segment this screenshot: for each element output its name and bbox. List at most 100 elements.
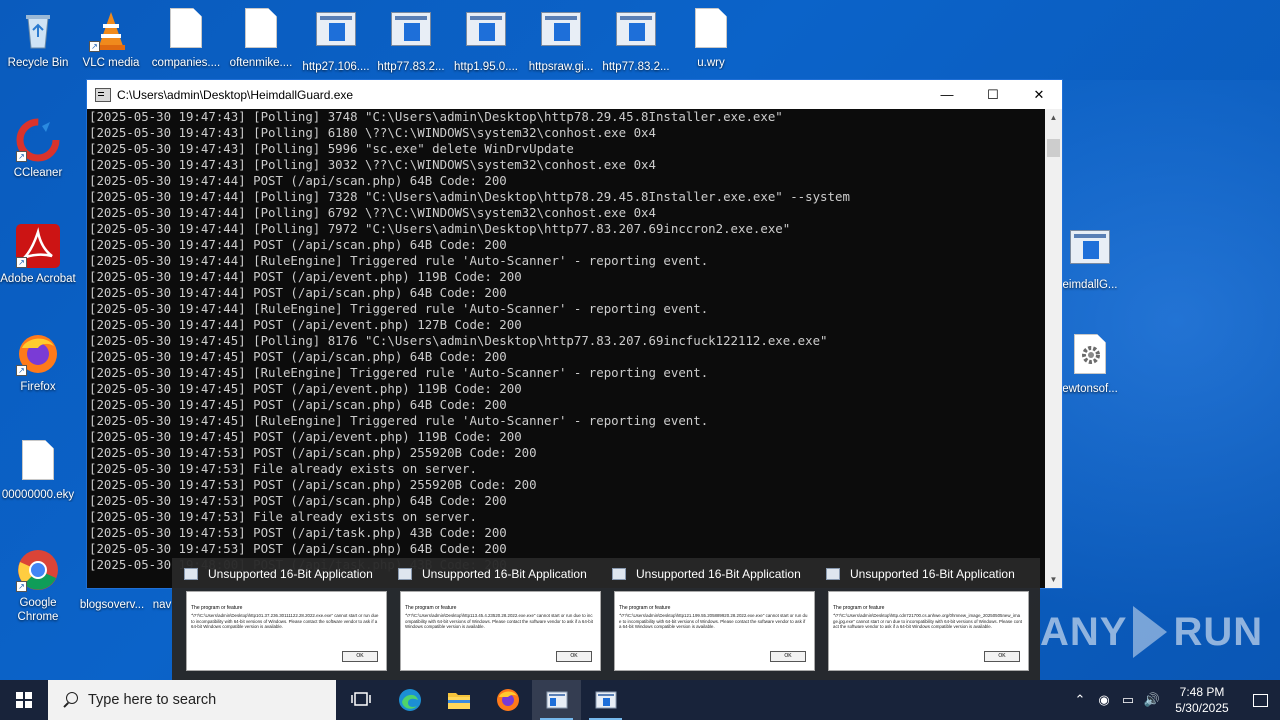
display-icon[interactable]: ▭ [1116, 692, 1140, 708]
notification-center-button[interactable] [1240, 693, 1280, 707]
firefox-icon [496, 689, 519, 711]
console-line: [2025-05-30 19:47:53] File already exist… [89, 461, 477, 476]
desktop-icon-chrome[interactable]: ↗ Google Chrome [0, 548, 76, 624]
scroll-up-arrow-icon[interactable]: ▲ [1045, 109, 1062, 126]
desktop-icon-heimdallguard[interactable]: eimdallG... [1052, 226, 1128, 292]
console-line: [2025-05-30 19:47:43] [Polling] 3032 \??… [89, 157, 656, 172]
dialog-heading: The program or feature [405, 605, 457, 611]
exe-icon [314, 12, 358, 56]
taskbar-unsupported-app-group[interactable] [532, 680, 581, 720]
console-line: [2025-05-30 19:47:45] POST (/api/event.p… [89, 429, 522, 444]
shortcut-arrow-icon: ↗ [16, 151, 27, 162]
taskbar-file-explorer[interactable] [434, 680, 483, 720]
desktop-icon-label: httpsraw.gi... [528, 61, 594, 73]
console-line: [2025-05-30 19:47:43] [Polling] 6180 \??… [89, 125, 656, 140]
desktop-icon-vlc[interactable]: ↗ VLC media [73, 8, 149, 70]
dialog-heading: The program or feature [191, 605, 243, 611]
desktop-icon-blogsoverv[interactable]: blogsoverv... [74, 590, 150, 612]
console-window[interactable]: C:\Users\admin\Desktop\HeimdallGuard.exe… [86, 79, 1063, 589]
console-line: [2025-05-30 19:47:43] [Polling] 5996 "sc… [89, 141, 574, 156]
play-logo-icon [1133, 606, 1168, 658]
chrome-icon: ↗ [16, 548, 60, 592]
console-line: [2025-05-30 19:47:45] POST (/api/scan.ph… [89, 349, 507, 364]
console-line: [2025-05-30 19:47:44] [Polling] 7972 "C:… [89, 221, 791, 236]
console-line: [2025-05-30 19:47:45] [Polling] 8176 "C:… [89, 333, 828, 348]
console-output[interactable]: [2025-05-30 19:47:43] [Polling] 3748 "C:… [87, 109, 1045, 588]
scrollbar-thumb[interactable] [1047, 139, 1060, 157]
desktop-icon-eky-file[interactable]: 00000000.eky [0, 440, 76, 502]
thumbnail-dialog-preview: The program or feature "\??\C:\Users\adm… [614, 591, 815, 671]
thumbnail-title: Unsupported 16-Bit Application [636, 567, 801, 581]
exe-icon [389, 12, 433, 56]
desktop-icon-ccleaner[interactable]: ↗ CCleaner [0, 118, 76, 180]
clock-date: 5/30/2025 [1175, 701, 1229, 715]
desktop-icon-label: http77.83.2... [602, 61, 670, 73]
volume-icon[interactable]: 🔊 [1140, 692, 1164, 708]
chevron-up-icon[interactable]: ⌃ [1068, 692, 1092, 708]
thumbnail-title: Unsupported 16-Bit Application [422, 567, 587, 581]
desktop-icon-newtonsoft[interactable]: ewtonsof... [1052, 334, 1128, 396]
thumbnail-card[interactable]: Unsupported 16-Bit Application The progr… [606, 558, 820, 680]
task-view-button[interactable] [336, 680, 385, 720]
console-line: [2025-05-30 19:47:44] POST (/api/scan.ph… [89, 237, 507, 252]
taskbar-clock[interactable]: 7:48 PM 5/30/2025 [1164, 684, 1240, 716]
file-icon [689, 8, 733, 52]
minimize-button[interactable]: — [924, 80, 970, 109]
desktop-icon-http77-b[interactable]: http77.83.2... [598, 8, 674, 74]
thumbnail-dialog-preview: The program or feature "\??\C:\Users\adm… [828, 591, 1029, 671]
thumbnail-card[interactable]: Unsupported 16-Bit Application The progr… [178, 558, 392, 680]
desktop-icon-acrobat[interactable]: ↗ Adobe Acrobat [0, 224, 76, 286]
desktop-icon-companies[interactable]: companies.... [148, 8, 224, 70]
taskbar-thumbnail-popup: Unsupported 16-Bit Application The progr… [172, 558, 1040, 680]
close-button[interactable]: ✕ [1016, 80, 1062, 109]
desktop-icon-httpsraw[interactable]: httpsraw.gi... [523, 8, 599, 74]
desktop-icon-http77-a[interactable]: http77.83.2... [373, 8, 449, 74]
file-icon [16, 440, 60, 484]
edge-icon [398, 689, 421, 711]
watermark-text: ANY [1040, 609, 1128, 654]
app-window-icon [184, 568, 198, 580]
console-line: [2025-05-30 19:47:44] POST (/api/scan.ph… [89, 285, 507, 300]
desktop-icon-u-wry[interactable]: u.wry [673, 8, 749, 70]
system-tray: ⌃ ◉ ▭ 🔊 7:48 PM 5/30/2025 [1068, 680, 1280, 720]
thumbnail-title: Unsupported 16-Bit Application [850, 567, 1015, 581]
desktop-icon-recycle-bin[interactable]: Recycle Bin [0, 8, 76, 70]
desktop-icon-nav[interactable]: nav [150, 590, 174, 612]
console-app-icon [95, 87, 111, 102]
desktop-icon-label: 00000000.eky [1, 489, 75, 501]
taskbar-edge[interactable] [385, 680, 434, 720]
desktop-icon-label: http27.106.... [302, 61, 370, 73]
dialog-ok-button: OK [556, 651, 592, 662]
dialog-ok-button: OK [342, 651, 378, 662]
desktop-icon-http1[interactable]: http1.95.0.... [448, 8, 524, 74]
shortcut-arrow-icon: ↗ [89, 41, 100, 52]
maximize-button[interactable]: ☐ [970, 80, 1016, 109]
taskbar-heimdallguard[interactable] [581, 680, 630, 720]
thumbnail-card[interactable]: Unsupported 16-Bit Application The progr… [820, 558, 1034, 680]
desktop-icon-label: http1.95.0.... [454, 61, 518, 73]
desktop-icon-label: Google Chrome [17, 597, 59, 623]
taskbar-search-box[interactable]: Type here to search [48, 680, 336, 720]
thumbnail-card[interactable]: Unsupported 16-Bit Application The progr… [392, 558, 606, 680]
dialog-message: "\??\C:\Users\admin\Desktop\http113.45.4… [405, 613, 593, 629]
thumbnail-dialog-preview: The program or feature "\??\C:\Users\adm… [186, 591, 387, 671]
console-scrollbar[interactable]: ▲ ▼ [1045, 109, 1062, 588]
vlc-icon: ↗ [89, 8, 133, 52]
console-titlebar[interactable]: C:\Users\admin\Desktop\HeimdallGuard.exe… [87, 80, 1062, 109]
network-icon[interactable]: ◉ [1092, 692, 1116, 708]
settings-file-icon [1068, 334, 1112, 378]
desktop-icon-label: u.wry [697, 57, 725, 69]
desktop-icon-firefox[interactable]: ↗ Firefox [0, 332, 76, 394]
desktop-icon-label: Recycle Bin [7, 57, 69, 69]
firefox-icon: ↗ [16, 332, 60, 376]
scroll-down-arrow-icon[interactable]: ▼ [1045, 571, 1062, 588]
app-window-icon [398, 568, 412, 580]
dialog-ok-button: OK [770, 651, 806, 662]
taskbar-firefox[interactable] [483, 680, 532, 720]
dialog-message: "\??\C:\Users\admin\Desktop\http121.199.… [619, 613, 808, 629]
console-line: [2025-05-30 19:47:45] POST (/api/scan.ph… [89, 397, 507, 412]
start-button[interactable] [0, 680, 48, 720]
desktop-icon-oftenmike[interactable]: oftenmike.... [223, 8, 299, 70]
desktop-icon-http27[interactable]: http27.106.... [298, 8, 374, 74]
desktop-icon-label: VLC media [82, 57, 140, 69]
